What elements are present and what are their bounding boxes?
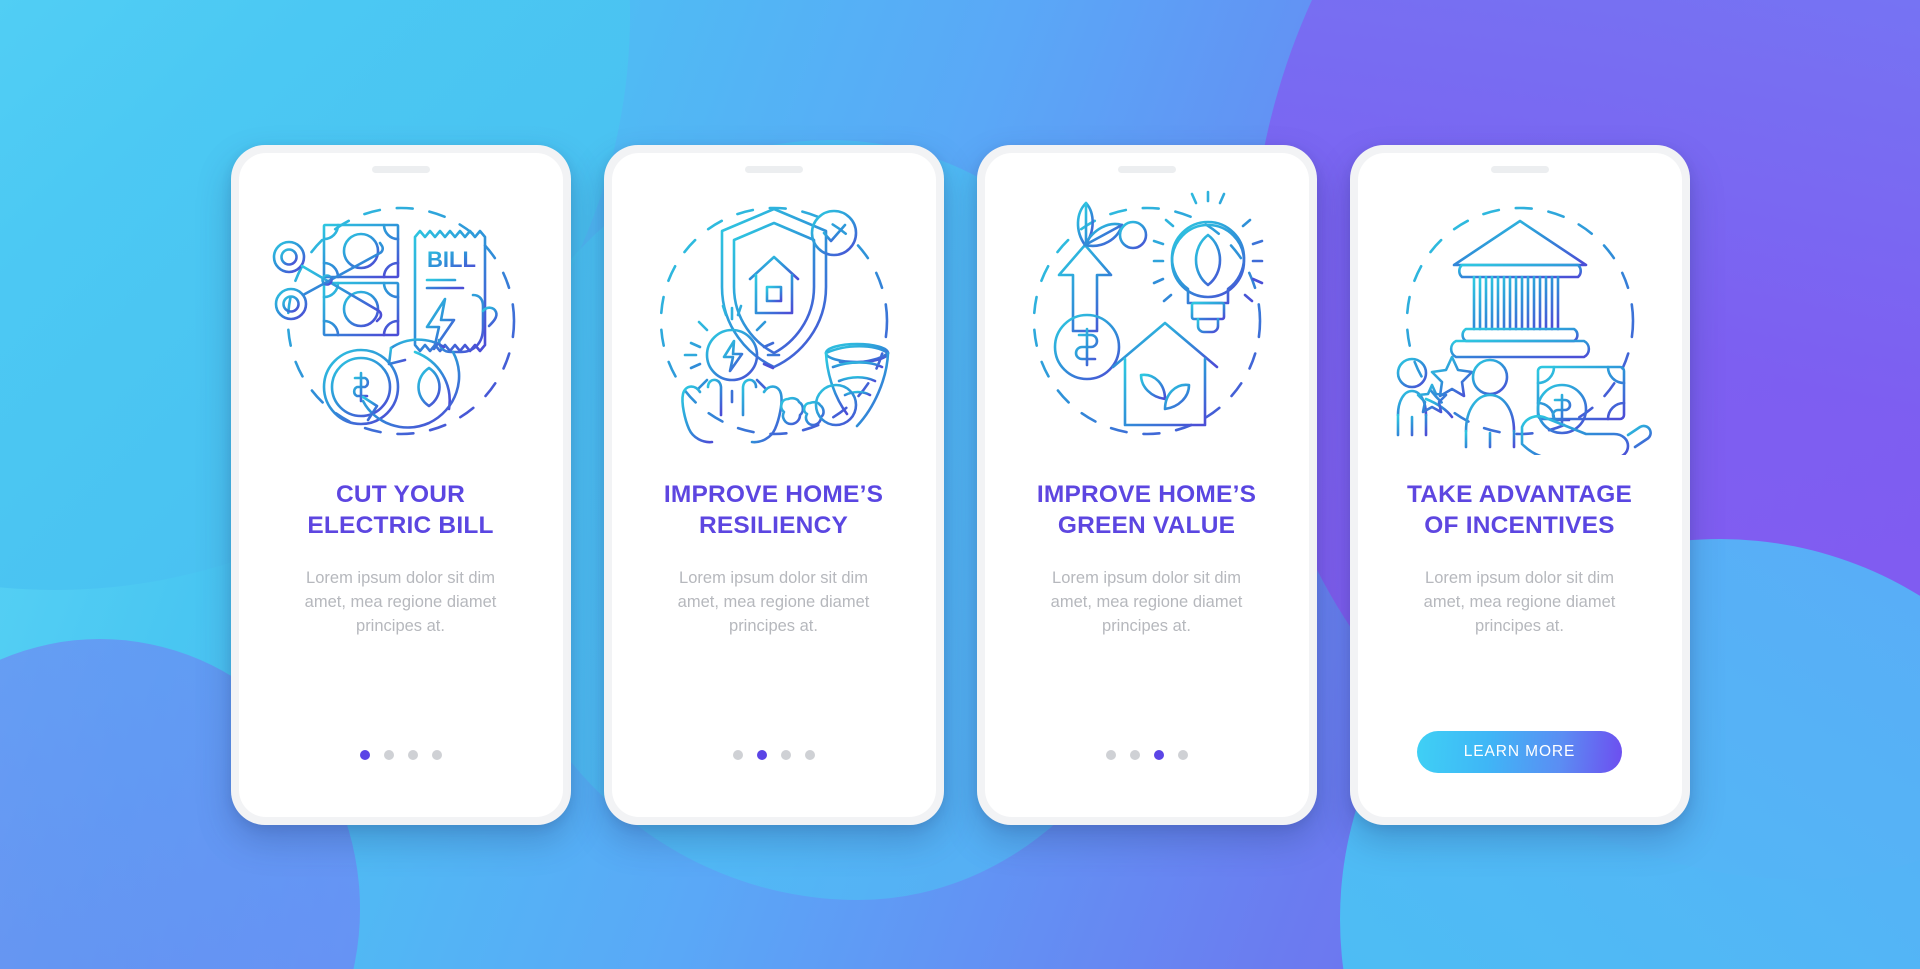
app-screen-take-advantage-of-incentives: TAKE ADVANTAGE OF INCENTIVES Lorem ipsum… [1357,152,1682,817]
app-screen-improve-homes-resiliency: IMPROVE HOME’S RESILIENCY Lorem ipsum do… [611,152,936,817]
pagination-dot-4[interactable] [1177,749,1188,760]
phone-mockups-row: BILL CUT YOUR ELECTRIC BILL Lorem ipsum … [0,0,1920,969]
pagination-dots[interactable] [359,749,442,760]
phone-mockup-3: IMPROVE HOME’S GREEN VALUE Lorem ipsum d… [976,144,1317,825]
phone-speaker-notch [1490,165,1549,173]
pagination-dot-2[interactable] [756,749,767,760]
pagination-dot-4[interactable] [431,749,442,760]
phone-speaker-notch [744,165,803,173]
pagination-dots[interactable] [1105,749,1188,760]
screen-body-text: Lorem ipsum dolor sit dim amet, mea regi… [1423,569,1616,636]
bill-receipt-label: BILL [427,247,476,272]
phone-mockup-1: BILL CUT YOUR ELECTRIC BILL Lorem ipsum … [230,144,571,825]
pagination-dot-1[interactable] [732,749,743,760]
phone-speaker-notch [1117,165,1176,173]
pagination-dot-4[interactable] [804,749,815,760]
illustration-shield-house-sun-tornado [640,187,908,455]
pagination-dot-1[interactable] [1105,749,1116,760]
pagination-dot-3[interactable] [1153,749,1164,760]
illustration-scissors-cutting-money-bill-recycle: BILL [267,187,535,455]
learn-more-button[interactable]: LEARN MORE [1417,730,1622,773]
illustration-growth-arrow-dollar-eco-house-bulb [1013,187,1281,455]
screen-body-text: Lorem ipsum dolor sit dim amet, mea regi… [304,569,497,636]
app-screen-cut-your-electric-bill: BILL CUT YOUR ELECTRIC BILL Lorem ipsum … [238,152,563,817]
screen-title: IMPROVE HOME’S RESILIENCY [634,479,914,542]
pagination-dot-2[interactable] [383,749,394,760]
phone-speaker-notch [371,165,430,173]
pagination-dot-2[interactable] [1129,749,1140,760]
screen-body-text: Lorem ipsum dolor sit dim amet, mea regi… [677,569,870,636]
screen-title: IMPROVE HOME’S GREEN VALUE [1007,479,1287,542]
illustration-government-bank-people-money-hand [1386,187,1654,455]
pagination-dot-3[interactable] [780,749,791,760]
phone-mockup-4: TAKE ADVANTAGE OF INCENTIVES Lorem ipsum… [1349,144,1690,825]
pagination-dot-3[interactable] [407,749,418,760]
app-screen-improve-homes-green-value: IMPROVE HOME’S GREEN VALUE Lorem ipsum d… [984,152,1309,817]
screen-title: CUT YOUR ELECTRIC BILL [261,479,541,542]
screen-title: TAKE ADVANTAGE OF INCENTIVES [1380,479,1660,542]
pagination-dots[interactable] [732,749,815,760]
screen-body-text: Lorem ipsum dolor sit dim amet, mea regi… [1050,569,1243,636]
phone-mockup-2: IMPROVE HOME’S RESILIENCY Lorem ipsum do… [603,144,944,825]
pagination-dot-1[interactable] [359,749,370,760]
onboarding-screens-poster: BILL CUT YOUR ELECTRIC BILL Lorem ipsum … [0,0,1920,969]
